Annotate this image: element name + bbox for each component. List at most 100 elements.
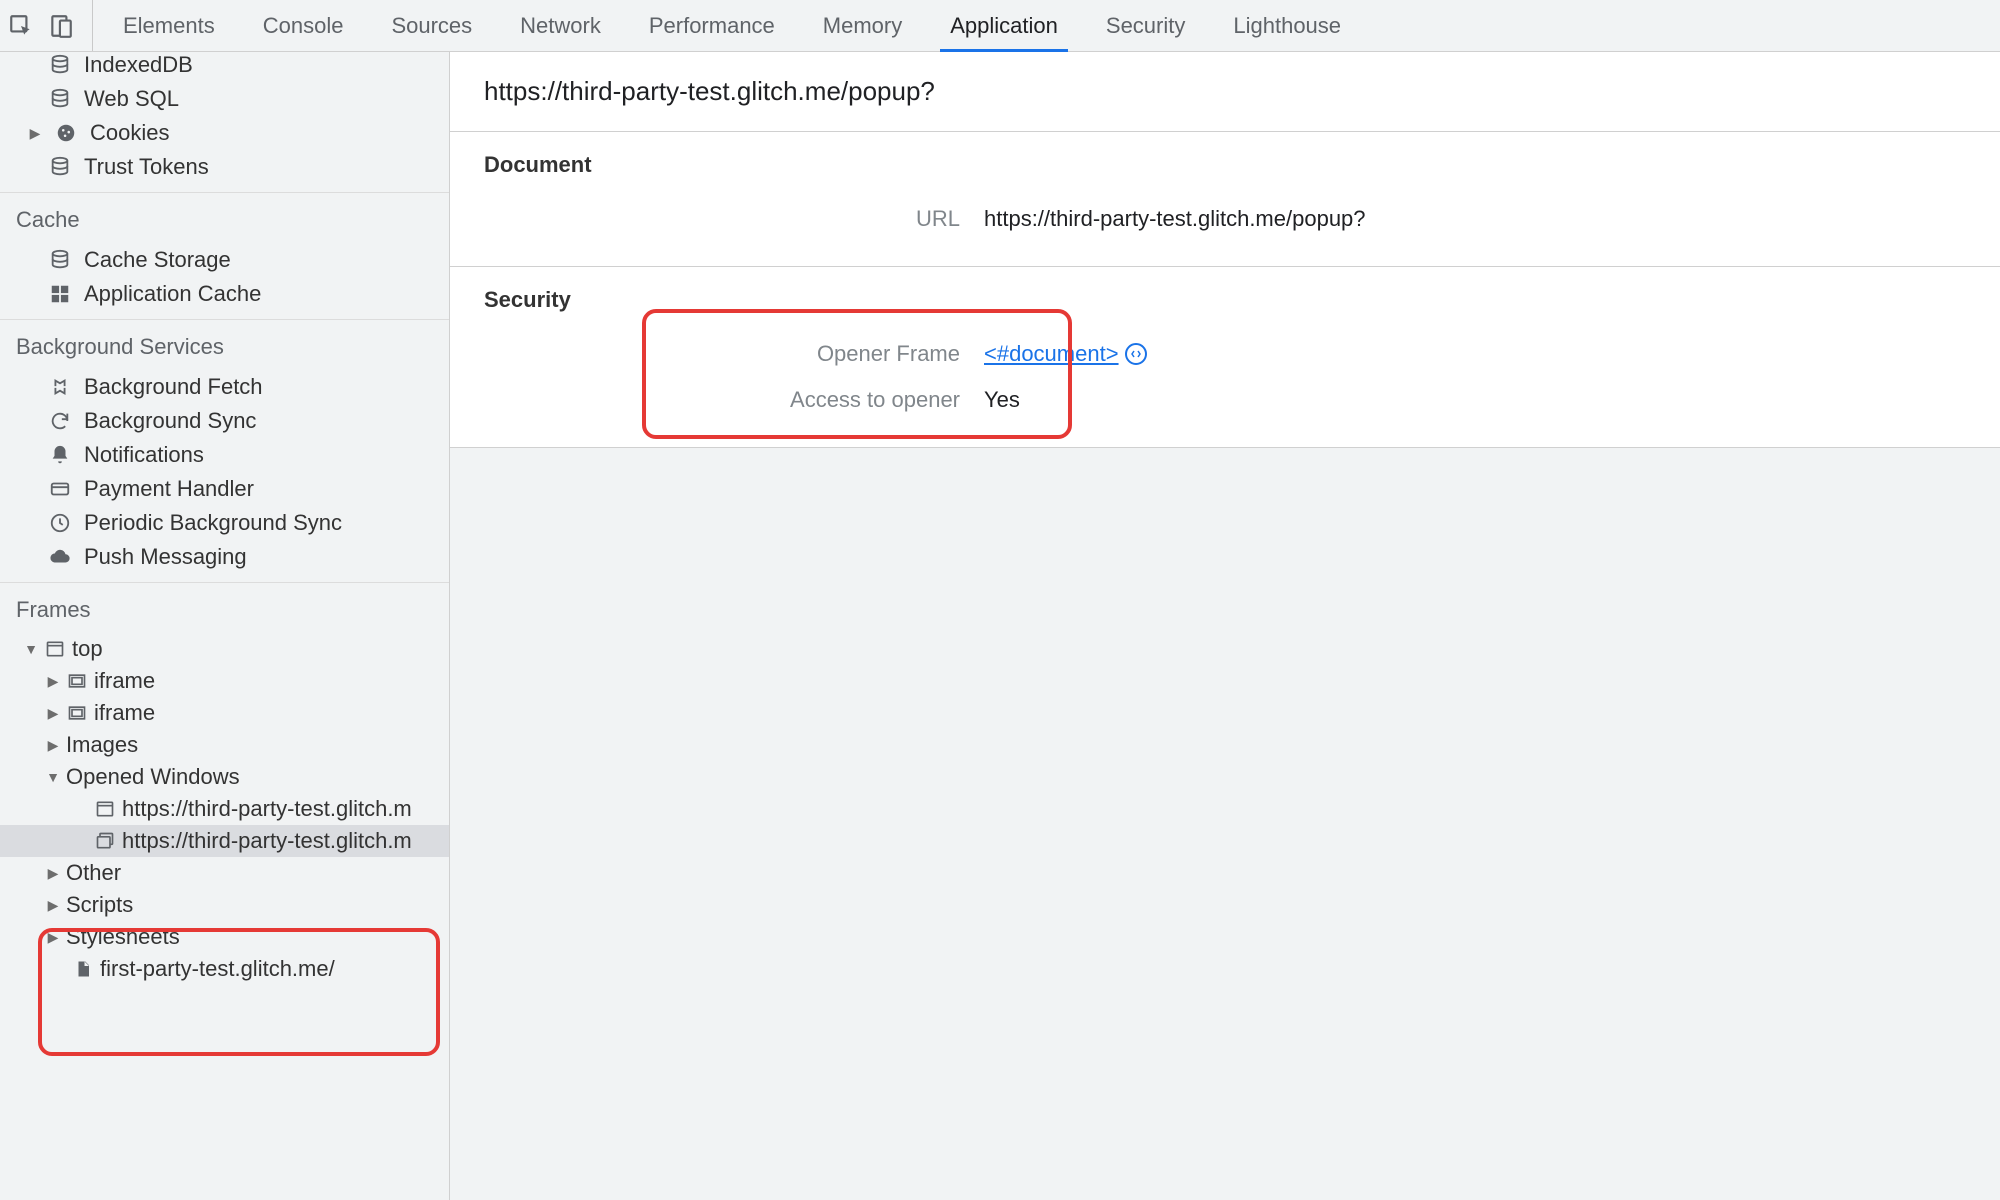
section-heading: Document	[484, 152, 1966, 178]
cloud-icon	[48, 546, 72, 568]
row-url: URL https://third-party-test.glitch.me/p…	[484, 196, 1966, 242]
iframe-icon	[66, 703, 88, 723]
sidebar-item-periodic-sync[interactable]: Periodic Background Sync	[0, 506, 449, 540]
section-heading: Security	[484, 287, 1966, 313]
database-icon	[48, 156, 72, 178]
window-icon	[44, 639, 66, 659]
sidebar-item-indexeddb[interactable]: IndexedDB	[0, 52, 449, 82]
tree-label: Other	[66, 860, 121, 886]
tabs-container: Elements Console Sources Network Perform…	[93, 0, 1345, 51]
value-url: https://third-party-test.glitch.me/popup…	[984, 206, 1366, 232]
database-icon	[48, 54, 72, 76]
tree-label: https://third-party-test.glitch.m	[122, 828, 412, 854]
windows-stack-icon	[94, 831, 116, 851]
tree-label: iframe	[94, 668, 155, 694]
database-icon	[48, 249, 72, 271]
sidebar-item-trust-tokens[interactable]: Trust Tokens	[0, 150, 449, 184]
tab-application[interactable]: Application	[946, 0, 1062, 51]
collapse-toggle-icon[interactable]: ▼	[24, 641, 38, 657]
tree-label: first-party-test.glitch.me/	[100, 956, 335, 982]
opened-window-item[interactable]: https://third-party-test.glitch.m	[0, 793, 449, 825]
collapse-toggle-icon[interactable]: ▼	[46, 769, 60, 785]
sidebar-item-cookies[interactable]: ▶ Cookies	[0, 116, 449, 150]
expand-toggle-icon[interactable]: ▶	[46, 897, 60, 914]
sidebar-item-app-cache[interactable]: Application Cache	[0, 277, 449, 311]
sidebar-item-websql[interactable]: Web SQL	[0, 82, 449, 116]
sync-icon	[48, 410, 72, 432]
frame-other[interactable]: ▶ Other	[0, 857, 449, 889]
sidebar-item-payment[interactable]: Payment Handler	[0, 472, 449, 506]
expand-toggle-icon[interactable]: ▶	[46, 737, 60, 754]
expand-toggle-icon[interactable]: ▶	[46, 673, 60, 690]
sidebar-label: Cookies	[90, 120, 169, 146]
label-url: URL	[484, 206, 984, 232]
row-access-opener: Access to opener Yes	[484, 377, 1966, 423]
credit-card-icon	[48, 478, 72, 500]
frame-iframe[interactable]: ▶ iframe	[0, 665, 449, 697]
tree-label: iframe	[94, 700, 155, 726]
frame-file-item[interactable]: first-party-test.glitch.me/	[0, 953, 449, 985]
sidebar-item-bg-sync[interactable]: Background Sync	[0, 404, 449, 438]
sidebar-label: Periodic Background Sync	[84, 510, 342, 536]
tab-network[interactable]: Network	[516, 0, 605, 51]
label-opener-frame: Opener Frame	[484, 341, 984, 367]
tabbar-tools	[8, 0, 93, 51]
tab-performance[interactable]: Performance	[645, 0, 779, 51]
tree-label: Opened Windows	[66, 764, 240, 790]
security-section: Security Opener Frame <#document> Access…	[450, 267, 2000, 448]
tree-label: https://third-party-test.glitch.m	[122, 796, 412, 822]
devtools-tabbar: Elements Console Sources Network Perform…	[0, 0, 2000, 52]
frame-images[interactable]: ▶ Images	[0, 729, 449, 761]
sidebar-group-frames: Frames	[0, 583, 449, 633]
iframe-icon	[66, 671, 88, 691]
reveal-element-icon[interactable]	[1125, 343, 1147, 365]
inspect-element-icon[interactable]	[8, 13, 34, 39]
device-toggle-icon[interactable]	[48, 13, 74, 39]
tree-label: top	[72, 636, 103, 662]
bell-icon	[48, 444, 72, 466]
value-access-opener: Yes	[984, 387, 1020, 413]
window-icon	[94, 799, 116, 819]
frame-details-panel: https://third-party-test.glitch.me/popup…	[450, 52, 2000, 1200]
tab-memory[interactable]: Memory	[819, 0, 906, 51]
link-opener-document[interactable]: <#document>	[984, 341, 1147, 367]
expand-toggle-icon[interactable]: ▶	[46, 929, 60, 946]
database-icon	[48, 88, 72, 110]
sidebar-label: Cache Storage	[84, 247, 231, 273]
tree-label: Stylesheets	[66, 924, 180, 950]
sidebar-label: Application Cache	[84, 281, 261, 307]
frame-top[interactable]: ▼ top	[0, 633, 449, 665]
sidebar-label: Background Sync	[84, 408, 256, 434]
sidebar-label: IndexedDB	[84, 52, 193, 78]
tab-security[interactable]: Security	[1102, 0, 1189, 51]
sidebar-group-bg-services: Background Services	[0, 320, 449, 370]
sidebar-label: Trust Tokens	[84, 154, 209, 180]
expand-toggle-icon[interactable]: ▶	[28, 125, 42, 142]
sidebar-item-push[interactable]: Push Messaging	[0, 540, 449, 574]
tab-lighthouse[interactable]: Lighthouse	[1229, 0, 1345, 51]
tab-sources[interactable]: Sources	[387, 0, 476, 51]
link-text: <#document>	[984, 341, 1119, 367]
frame-stylesheets[interactable]: ▶ Stylesheets	[0, 921, 449, 953]
sidebar-item-cache-storage[interactable]: Cache Storage	[0, 243, 449, 277]
panel-title: https://third-party-test.glitch.me/popup…	[450, 52, 2000, 132]
frame-scripts[interactable]: ▶ Scripts	[0, 889, 449, 921]
grid-icon	[48, 283, 72, 305]
sidebar-item-notifications[interactable]: Notifications	[0, 438, 449, 472]
expand-toggle-icon[interactable]: ▶	[46, 705, 60, 722]
label-access-opener: Access to opener	[484, 387, 984, 413]
expand-toggle-icon[interactable]: ▶	[46, 865, 60, 882]
tab-console[interactable]: Console	[259, 0, 348, 51]
sidebar-label: Push Messaging	[84, 544, 247, 570]
tree-label: Scripts	[66, 892, 133, 918]
tab-elements[interactable]: Elements	[119, 0, 219, 51]
file-icon	[72, 960, 94, 978]
row-opener-frame: Opener Frame <#document>	[484, 331, 1966, 377]
sidebar-label: Web SQL	[84, 86, 179, 112]
frame-opened-windows[interactable]: ▼ Opened Windows	[0, 761, 449, 793]
sidebar-label: Payment Handler	[84, 476, 254, 502]
frame-iframe[interactable]: ▶ iframe	[0, 697, 449, 729]
opened-window-item-selected[interactable]: https://third-party-test.glitch.m	[0, 825, 449, 857]
sidebar-item-bg-fetch[interactable]: Background Fetch	[0, 370, 449, 404]
sidebar-group-cache: Cache	[0, 193, 449, 243]
